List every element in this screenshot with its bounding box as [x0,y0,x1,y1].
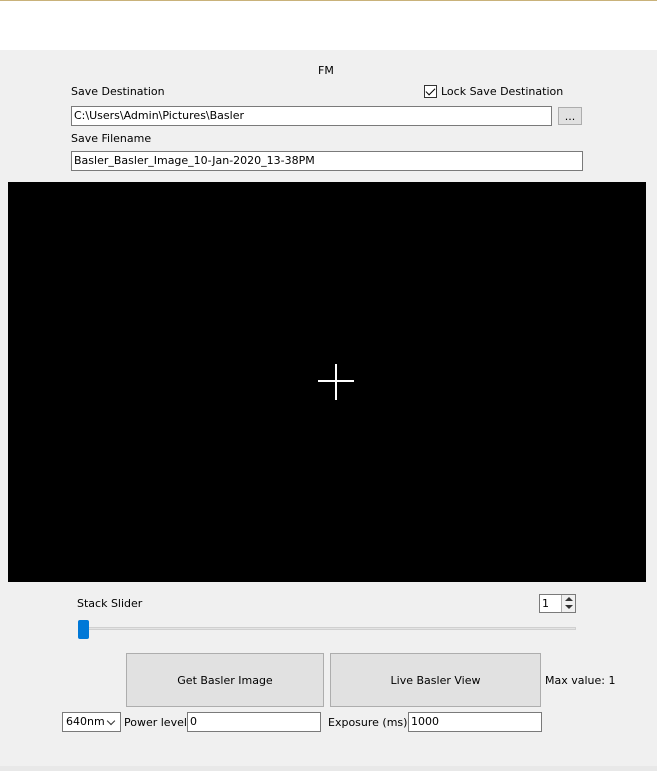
browse-button[interactable]: ... [558,107,582,125]
stack-spinbox[interactable]: 1 [539,594,576,613]
stack-slider-thumb[interactable] [78,620,89,639]
exposure-input[interactable]: 1000 [408,712,542,732]
lock-save-destination-checkbox[interactable] [424,85,437,98]
stack-slider-label: Stack Slider [77,597,143,610]
save-destination-label: Save Destination [71,85,165,98]
save-filename-input[interactable]: Basler_Basler_Image_10-Jan-2020_13-38PM [71,151,583,171]
stack-slider-track[interactable] [78,627,576,630]
wavelength-select[interactable]: 640nm [62,712,121,732]
exposure-label: Exposure (ms): [328,716,412,729]
power-level-label: Power level: [124,716,191,729]
panel-title: FM [318,64,334,77]
image-viewer[interactable] [8,182,646,582]
stack-spinbox-value: 1 [542,597,549,610]
spin-arrows-icon[interactable] [561,595,575,612]
top-header-strip [0,0,657,50]
lock-save-destination-label: Lock Save Destination [441,85,564,98]
save-destination-input[interactable]: C:\Users\Admin\Pictures\Basler [71,106,552,126]
bottom-strip [0,766,657,771]
wavelength-selected-value: 640nm [66,715,105,728]
chevron-down-icon [106,716,116,726]
max-value-label: Max value: 1 [545,674,616,687]
save-filename-label: Save Filename [71,132,152,145]
live-basler-view-button[interactable]: Live Basler View [330,653,541,707]
power-level-input[interactable]: 0 [187,712,321,732]
get-basler-image-button[interactable]: Get Basler Image [126,653,324,707]
